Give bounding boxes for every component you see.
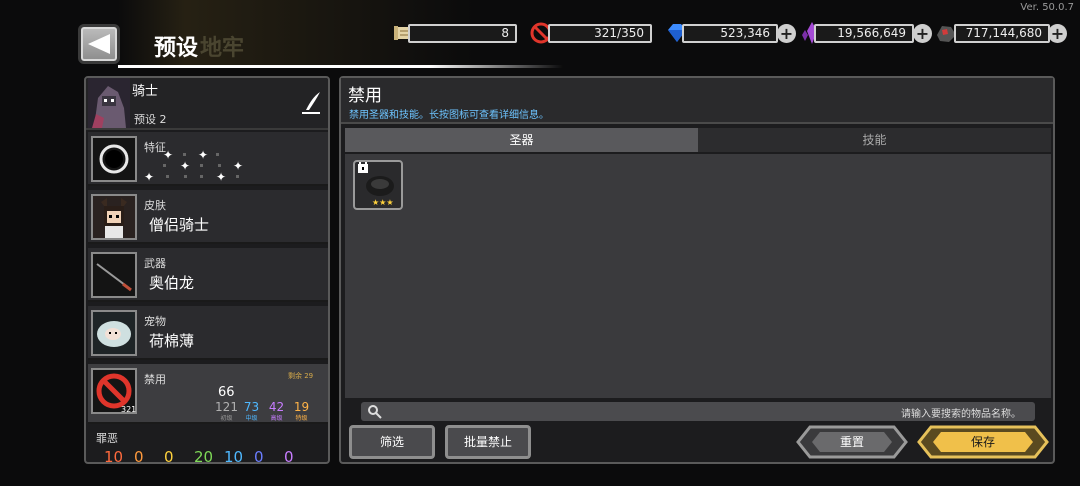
gem-count: 523,346 — [682, 24, 778, 43]
ban-tier-label: 特级 — [295, 415, 308, 422]
page-title: 预设 — [154, 36, 199, 61]
sword-icon — [96, 263, 132, 292]
sin-value: 0 — [254, 448, 264, 464]
trait-dot — [216, 153, 219, 156]
trait-dot — [200, 175, 203, 178]
preset-name: 预设 2 — [134, 113, 167, 126]
ore-add-button[interactable]: + — [1048, 24, 1067, 43]
sin-value: 0 — [284, 448, 294, 464]
back-button[interactable] — [78, 24, 120, 64]
version-label: Ver. 50.0.7 — [1020, 2, 1074, 13]
ban-tier-label: 中级 — [245, 415, 258, 422]
ban-tier-label: 高级 — [270, 415, 283, 422]
search-icon — [368, 405, 382, 419]
pet-label: 宠物 — [144, 315, 166, 328]
weapon-row[interactable]: 武器 奥伯龙 — [88, 248, 328, 302]
trait-dot — [163, 164, 166, 167]
sin-label: 罪恶 — [96, 432, 118, 445]
title-ghost: 地牢 — [200, 36, 245, 61]
gem-add-button[interactable]: + — [777, 24, 796, 43]
trait-dot — [184, 175, 187, 178]
sin-value: 0 — [164, 448, 174, 464]
weapon-thumb — [91, 252, 137, 298]
back-arrow-icon — [88, 34, 110, 54]
sin-values: 10 0 0 20 10 0 0 — [104, 448, 314, 464]
ban-tier-count: 121 — [215, 400, 238, 414]
scroll-count: 8 — [408, 24, 517, 43]
edit-quill-icon[interactable] — [300, 90, 322, 116]
trait-dot — [183, 153, 186, 156]
trait-dot — [236, 175, 239, 178]
reset-button[interactable]: 重置 — [796, 425, 908, 459]
ban-tier-count: 42 — [268, 400, 285, 414]
ban-thumb-count: 321 — [121, 405, 137, 414]
pet-sheep-icon — [93, 312, 135, 354]
weapon-value: 奥伯龙 — [149, 274, 195, 292]
ban-total: 66 — [218, 385, 235, 400]
trait-star-icon: ✦ — [233, 159, 244, 173]
ban-tier-count: 19 — [293, 400, 310, 414]
knight-portrait — [88, 78, 130, 128]
trait-ring-icon — [99, 144, 129, 174]
batch-ban-button[interactable]: 批量禁止 — [445, 425, 531, 459]
crystal-add-button[interactable]: + — [913, 24, 932, 43]
trait-thumb — [91, 136, 137, 182]
ban-tier-label: 初级 — [220, 415, 233, 422]
trait-star-icon: ✦ — [198, 148, 209, 162]
tab-relics[interactable]: 圣器 — [345, 128, 698, 152]
crystal-count: 19,566,649 — [814, 24, 914, 43]
title-underline — [118, 65, 563, 68]
ban-panel: 禁用 禁用圣器和技能。长按图标可查看详细信息。 圣器 技能 ★★★ 请输入要搜索… — [339, 76, 1055, 464]
sin-value: 20 — [194, 448, 214, 464]
sin-value: 0 — [134, 448, 144, 464]
ban-tabs: 圣器 技能 — [345, 128, 1051, 152]
trait-row[interactable]: 特征 ✦ ✦ ✦ ✦ ✦ ✦ — [88, 132, 328, 186]
tab-skills[interactable]: 技能 — [698, 128, 1051, 152]
filter-button[interactable]: 筛选 — [349, 425, 435, 459]
pet-value: 荷棉薄 — [149, 332, 195, 350]
hero-header[interactable]: 骑士 预设 2 — [86, 78, 328, 130]
ban-tier-counts: 121 73 42 19 — [214, 400, 314, 414]
search-input[interactable]: 请输入要搜索的物品名称。 — [361, 402, 1035, 421]
trait-star-icon: ✦ — [180, 159, 191, 173]
ban-count: 321/350 — [548, 24, 652, 43]
skin-value: 僧侣骑士 — [149, 216, 210, 234]
sin-value: 10 — [104, 448, 124, 464]
save-button[interactable]: 保存 — [917, 425, 1049, 459]
ban-panel-subtitle: 禁用圣器和技能。长按图标可查看详细信息。 — [349, 110, 549, 121]
ban-row[interactable]: 321 禁用 剩余 29 66 121 73 42 19 初级 中级 高级 特级 — [88, 364, 328, 424]
trait-dot — [218, 164, 221, 167]
svg-text:★★★: ★★★ — [372, 198, 394, 207]
skin-row[interactable]: 皮肤 僧侣骑士 — [88, 190, 328, 244]
ban-tier-count: 73 — [243, 400, 260, 414]
relic-grid: ★★★ — [345, 154, 1051, 398]
trait-star-icon: ✦ — [163, 148, 174, 162]
skin-thumb — [91, 194, 137, 240]
pet-thumb — [91, 310, 137, 356]
sin-value: 10 — [224, 448, 244, 464]
skin-portrait-icon — [93, 196, 135, 238]
preset-panel: 骑士 预设 2 特征 ✦ ✦ ✦ ✦ ✦ ✦ 皮肤 僧侣骑士 武器 奥伯龙 宠物… — [84, 76, 330, 464]
pet-row[interactable]: 宠物 荷棉薄 — [88, 306, 328, 360]
weapon-label: 武器 — [144, 257, 166, 270]
trait-star-icon: ✦ — [216, 170, 227, 184]
relic-item-icon: ★★★ — [358, 160, 394, 207]
ban-thumb: 321 — [91, 368, 137, 414]
trait-dot — [200, 164, 203, 167]
hero-name: 骑士 — [132, 84, 159, 99]
relic-slot[interactable]: ★★★ — [353, 160, 403, 210]
ban-remaining: 剩余 29 — [288, 372, 314, 380]
ban-panel-title: 禁用 — [348, 86, 382, 106]
trait-star-icon: ✦ — [144, 170, 155, 184]
save-label: 保存 — [970, 435, 995, 449]
reset-label: 重置 — [839, 435, 864, 449]
ban-panel-header: 禁用 禁用圣器和技能。长按图标可查看详细信息。 — [341, 78, 1053, 124]
trait-dot — [166, 175, 169, 178]
ban-label: 禁用 — [144, 373, 166, 386]
ban-tier-labels: 初级 中级 高级 特级 — [214, 413, 314, 422]
skin-label: 皮肤 — [144, 199, 166, 212]
ore-count: 717,144,680 — [954, 24, 1050, 43]
search-placeholder: 请输入要搜索的物品名称。 — [901, 409, 1021, 420]
